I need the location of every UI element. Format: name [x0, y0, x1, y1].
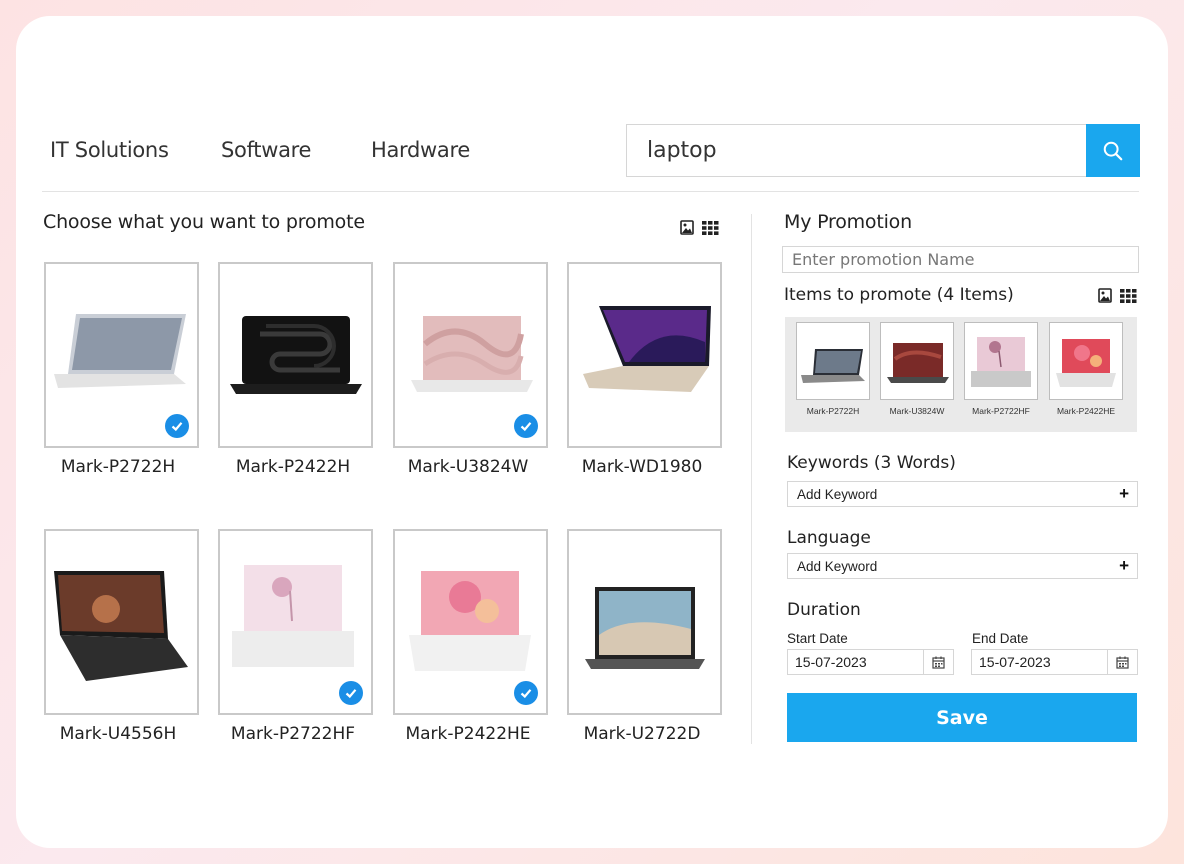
add-language-field[interactable]: Add Keyword + — [787, 553, 1138, 579]
laptop-image — [801, 349, 865, 383]
laptop-image — [585, 587, 705, 669]
product-label: Mark-U4556H — [59, 724, 177, 744]
keywords-title: Keywords (3 Words) — [787, 453, 956, 473]
laptop-image — [583, 306, 711, 392]
item-label: Mark-P2722H — [806, 406, 860, 416]
product-label: Mark-U3824W — [407, 457, 529, 477]
item-label: Mark-P2722HF — [972, 406, 1030, 416]
item-label: Mark-U3824W — [889, 406, 945, 416]
laptop-image — [54, 571, 188, 681]
left-view-toggle — [680, 220, 719, 235]
item-thumb[interactable] — [796, 322, 870, 400]
product-label: Mark-P2422H — [235, 457, 351, 477]
my-promotion-title: My Promotion — [784, 211, 912, 233]
search-icon — [1103, 141, 1123, 160]
selected-check-icon — [339, 681, 363, 705]
nav-hardware[interactable]: Hardware — [371, 138, 470, 162]
item-thumb[interactable] — [1049, 322, 1123, 400]
product-label: Mark-U2722D — [583, 724, 701, 744]
language-title: Language — [787, 528, 871, 548]
choose-title: Choose what you want to promote — [43, 211, 365, 233]
grid-view-icon[interactable] — [1120, 288, 1137, 303]
calendar-icon[interactable] — [923, 650, 953, 674]
product-label: Mark-WD1980 — [581, 457, 703, 477]
laptop-image — [1056, 339, 1116, 387]
item-thumb[interactable] — [964, 322, 1038, 400]
item-thumb[interactable] — [880, 322, 954, 400]
image-view-icon[interactable] — [680, 220, 694, 235]
product-card-p2422h[interactable] — [218, 262, 373, 448]
search-button[interactable] — [1086, 124, 1140, 177]
selected-check-icon — [514, 414, 538, 438]
product-card-p2722hf[interactable] — [218, 529, 373, 715]
nav-software[interactable]: Software — [221, 138, 311, 162]
selected-check-icon — [514, 681, 538, 705]
product-label: Mark-P2722HF — [230, 724, 356, 744]
items-to-promote-title: Items to promote (4 Items) — [784, 285, 1014, 305]
nav-it-solutions[interactable]: IT Solutions — [50, 138, 169, 162]
duration-title: Duration — [787, 600, 861, 620]
product-card-u2722d[interactable] — [567, 529, 722, 715]
product-card-wd1980[interactable] — [567, 262, 722, 448]
add-language-placeholder: Add Keyword — [797, 558, 878, 574]
search-input[interactable] — [627, 125, 1086, 176]
end-date-field[interactable]: 15-07-2023 — [971, 649, 1138, 675]
plus-icon[interactable]: + — [1119, 484, 1129, 504]
search-box — [626, 124, 1140, 177]
product-card-p2422he[interactable] — [393, 529, 548, 715]
start-date-field[interactable]: 15-07-2023 — [787, 649, 954, 675]
grid-view-icon[interactable] — [702, 220, 719, 235]
add-keyword-placeholder: Add Keyword — [797, 486, 878, 502]
laptop-image — [887, 343, 949, 383]
start-date-label: Start Date — [787, 631, 848, 646]
start-date-value: 15-07-2023 — [795, 654, 867, 670]
promotion-name-input[interactable] — [782, 246, 1139, 273]
product-label: Mark-P2722H — [60, 457, 176, 477]
selected-check-icon — [165, 414, 189, 438]
image-view-icon[interactable] — [1098, 288, 1112, 303]
product-label: Mark-P2422HE — [405, 724, 531, 744]
calendar-icon[interactable] — [1107, 650, 1137, 674]
product-card-u4556h[interactable] — [44, 529, 199, 715]
items-strip: Mark-P2722H Mark-U3824W Mark-P2722HF Mar… — [785, 317, 1137, 432]
save-button[interactable]: Save — [787, 693, 1137, 742]
right-view-toggle — [1098, 288, 1137, 303]
panel-divider — [751, 214, 752, 744]
laptop-image — [971, 337, 1031, 387]
product-card-u3824w[interactable] — [393, 262, 548, 448]
header-divider — [42, 191, 1139, 192]
laptop-image — [230, 316, 362, 394]
product-card-p2722h[interactable] — [44, 262, 199, 448]
end-date-value: 15-07-2023 — [979, 654, 1051, 670]
add-keyword-field[interactable]: Add Keyword + — [787, 481, 1138, 507]
plus-icon[interactable]: + — [1119, 556, 1129, 576]
end-date-label: End Date — [972, 631, 1029, 646]
item-label: Mark-P2422HE — [1056, 406, 1116, 416]
